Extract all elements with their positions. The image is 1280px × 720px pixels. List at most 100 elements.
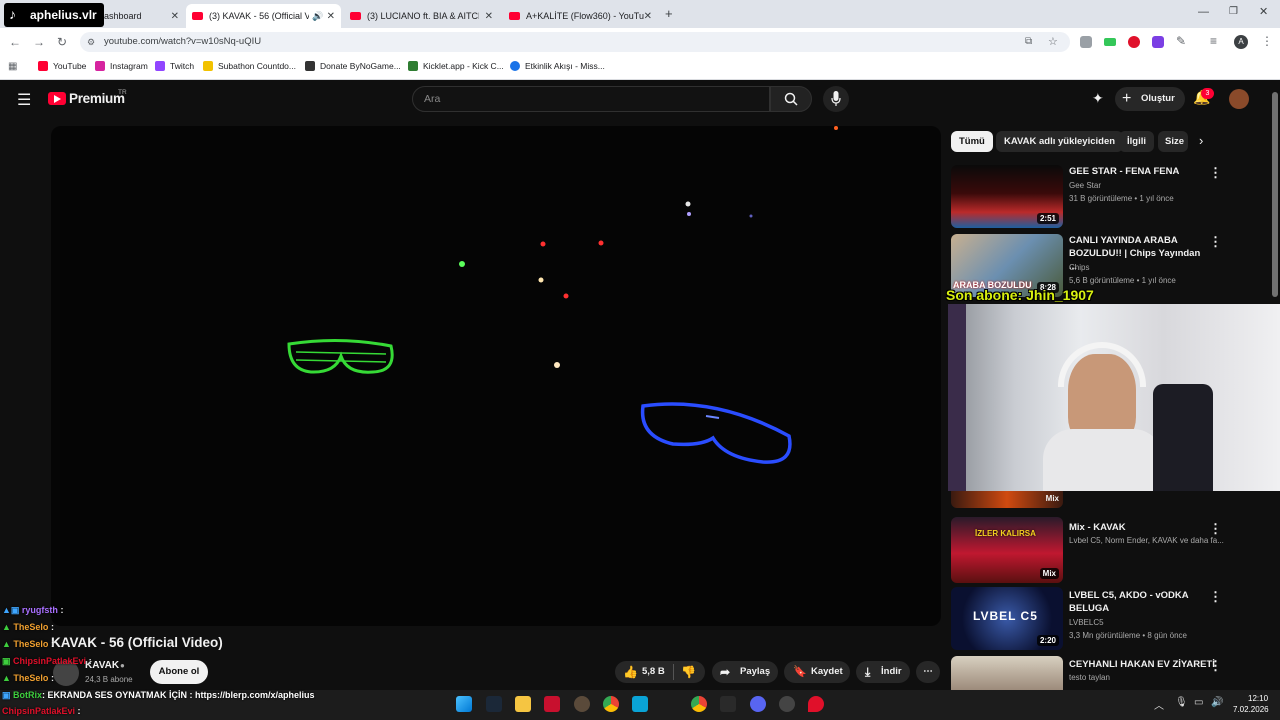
video-title[interactable]: CANLI YAYINDA ARABA BOZULDU!! | Chips Ya… — [1069, 234, 1209, 273]
like-count[interactable]: 5,8 B — [642, 661, 665, 683]
channel-name[interactable]: Gee Star — [1069, 181, 1101, 190]
steam-icon[interactable] — [486, 696, 502, 712]
save-button[interactable]: 🔖 Kaydet — [784, 661, 850, 683]
bookmark-kicklet[interactable]: Kicklet.app - Kick C... — [408, 61, 504, 71]
app-icon[interactable] — [544, 696, 560, 712]
install-icon[interactable]: ⧉ — [1025, 32, 1032, 52]
twitch-extension-icon[interactable] — [1152, 36, 1164, 48]
app-icon[interactable] — [632, 696, 648, 712]
search-button[interactable] — [770, 86, 812, 112]
more-options-icon[interactable]: ⋮ — [1209, 658, 1222, 674]
thumbs-down-icon[interactable]: 👎 — [681, 661, 696, 683]
network-icon[interactable]: ▭ — [1194, 697, 1203, 708]
channel-name[interactable]: testo taylan — [1069, 673, 1110, 682]
more-options-icon[interactable]: ⋮ — [1209, 234, 1222, 250]
chrome-icon[interactable] — [691, 696, 707, 712]
download-button[interactable]: ⤓ İndir — [856, 661, 910, 683]
chrome-icon[interactable] — [603, 696, 619, 712]
back-icon[interactable]: ← — [9, 35, 21, 49]
menu-icon[interactable]: ⋮ — [1261, 34, 1273, 48]
more-actions-button[interactable]: ⋯ — [916, 661, 940, 683]
video-thumbnail[interactable] — [951, 656, 1063, 690]
discord-icon[interactable] — [750, 696, 766, 712]
partial-thumbnail[interactable]: Mix — [951, 491, 1063, 508]
voice-search-button[interactable] — [823, 86, 849, 112]
extensions-icon[interactable]: ✎ — [1176, 34, 1186, 48]
search-input[interactable]: Ara — [412, 86, 770, 112]
shield-extension-icon[interactable] — [1080, 36, 1092, 48]
video-title[interactable]: LVBEL C5, AKDO - vODKA BELUGA — [1069, 589, 1209, 615]
reading-list-icon[interactable]: ≡ — [1210, 34, 1217, 48]
bookmark-youtube[interactable]: YouTube — [38, 61, 86, 71]
window-close-button[interactable]: ✕ — [1259, 5, 1268, 18]
gemini-sparkle-icon[interactable]: ✦ — [1092, 90, 1104, 107]
video-thumbnail[interactable]: İZLER KALIRSA Mix — [951, 517, 1063, 583]
share-button[interactable]: ➦ Paylaş — [712, 661, 778, 683]
forward-icon[interactable]: → — [33, 35, 45, 49]
bookmark-instagram[interactable]: Instagram — [95, 61, 148, 71]
scrollbar-thumb[interactable] — [1272, 92, 1278, 297]
profile-avatar[interactable]: A — [1234, 35, 1248, 49]
bookmark-donate[interactable]: Donate ByNoGame... — [305, 61, 401, 71]
clock-time[interactable]: 12:10 — [1248, 694, 1268, 703]
url-field[interactable]: ⚙ youtube.com/watch?v=w10sNq-uQIU ⧉ ☆ — [80, 32, 1070, 52]
chevron-right-icon[interactable]: › — [1199, 133, 1203, 148]
site-info-icon[interactable]: ⚙ — [87, 32, 95, 52]
obs-icon[interactable] — [779, 696, 795, 712]
chip-for-you[interactable]: Size — [1158, 131, 1188, 152]
chip-from-uploader[interactable]: KAVAK adlı yükleyiciden — [996, 131, 1124, 152]
battery-extension-icon[interactable] — [1104, 38, 1116, 46]
clock-date[interactable]: 7.02.2026 — [1233, 705, 1269, 714]
hamburger-menu-icon[interactable]: ☰ — [17, 90, 31, 110]
recommendation-item[interactable]: CEYHANLI HAKAN EV ZİYARETİ testo taylan … — [951, 656, 1271, 690]
thumbs-up-icon[interactable]: 👍 — [623, 661, 638, 683]
microphone-tray-icon[interactable]: 🎙 — [1175, 697, 1188, 708]
channel-name[interactable]: Chips — [1069, 263, 1089, 272]
account-avatar[interactable] — [1229, 89, 1249, 109]
recommendation-item[interactable]: İZLER KALIRSA Mix Mix - KAVAK Lvbel C5, … — [951, 517, 1271, 583]
volume-icon[interactable]: 🔊 — [1211, 697, 1223, 708]
close-icon[interactable]: ✕ — [644, 11, 652, 22]
tab-kavak[interactable]: (3) KAVAK - 56 (Official Vide 🔊 ✕ — [186, 4, 341, 28]
maximize-button[interactable]: ❐ — [1229, 6, 1238, 17]
tab-akalite[interactable]: A+KALİTE (Flow360) - YouTube ✕ — [503, 4, 658, 28]
chip-all[interactable]: Tümü — [951, 131, 993, 152]
opera-extension-icon[interactable] — [1128, 36, 1140, 48]
more-options-icon[interactable]: ⋮ — [1209, 165, 1222, 181]
recommendation-item[interactable]: LVBEL C5 2:20 LVBEL C5, AKDO - vODKA BEL… — [951, 587, 1271, 653]
bookmark-star-icon[interactable]: ☆ — [1048, 32, 1058, 52]
video-thumbnail[interactable]: LVBEL C5 2:20 — [951, 587, 1063, 650]
windows-start-icon[interactable] — [456, 696, 472, 712]
video-title[interactable]: CEYHANLI HAKAN EV ZİYARETİ — [1069, 658, 1219, 671]
bookmark-subathon[interactable]: Subathon Countdo... — [203, 61, 296, 71]
close-icon[interactable]: ✕ — [171, 11, 179, 22]
epic-games-icon[interactable] — [720, 696, 736, 712]
apps-grid-icon[interactable]: ▦ — [8, 61, 17, 72]
premium-logo[interactable]: Premium — [69, 91, 125, 106]
video-title[interactable]: GEE STAR - FENA FENA — [1069, 165, 1209, 178]
app-icon[interactable] — [574, 696, 590, 712]
recommendation-item[interactable]: 2:51 GEE STAR - FENA FENA Gee Star 31 B … — [951, 165, 1271, 231]
create-button[interactable]: + Oluştur — [1115, 87, 1185, 111]
minimize-button[interactable]: — — [1198, 6, 1209, 18]
more-options-icon[interactable]: ⋮ — [1209, 521, 1222, 537]
tab-luciano[interactable]: (3) LUCIANO ft. BIA & AITCH - L ✕ — [344, 4, 499, 28]
speaker-icon[interactable]: 🔊 — [312, 11, 323, 22]
bookmark-twitch[interactable]: Twitch — [155, 61, 194, 71]
video-title[interactable]: Mix - KAVAK — [1069, 521, 1209, 534]
reload-icon[interactable]: ↻ — [57, 35, 67, 49]
valorant-icon[interactable] — [808, 696, 824, 712]
channel-name[interactable]: LVBELC5 — [1069, 618, 1104, 627]
video-player[interactable] — [51, 126, 941, 626]
chip-related[interactable]: İlgili — [1119, 131, 1154, 152]
more-options-icon[interactable]: ⋮ — [1209, 589, 1222, 605]
close-icon[interactable]: ✕ — [327, 11, 335, 22]
youtube-logo-icon[interactable] — [48, 92, 66, 105]
bookmark-etkinlik[interactable]: Etkinlik Akışı - Miss... — [510, 61, 605, 71]
file-explorer-icon[interactable] — [515, 696, 531, 712]
new-tab-button[interactable]: + — [665, 6, 673, 21]
video-thumbnail[interactable]: 2:51 — [951, 165, 1063, 228]
subscribe-button[interactable]: Abone ol — [150, 660, 208, 684]
tray-chevron-icon[interactable]: ︿ — [1154, 697, 1164, 712]
close-icon[interactable]: ✕ — [485, 11, 493, 22]
